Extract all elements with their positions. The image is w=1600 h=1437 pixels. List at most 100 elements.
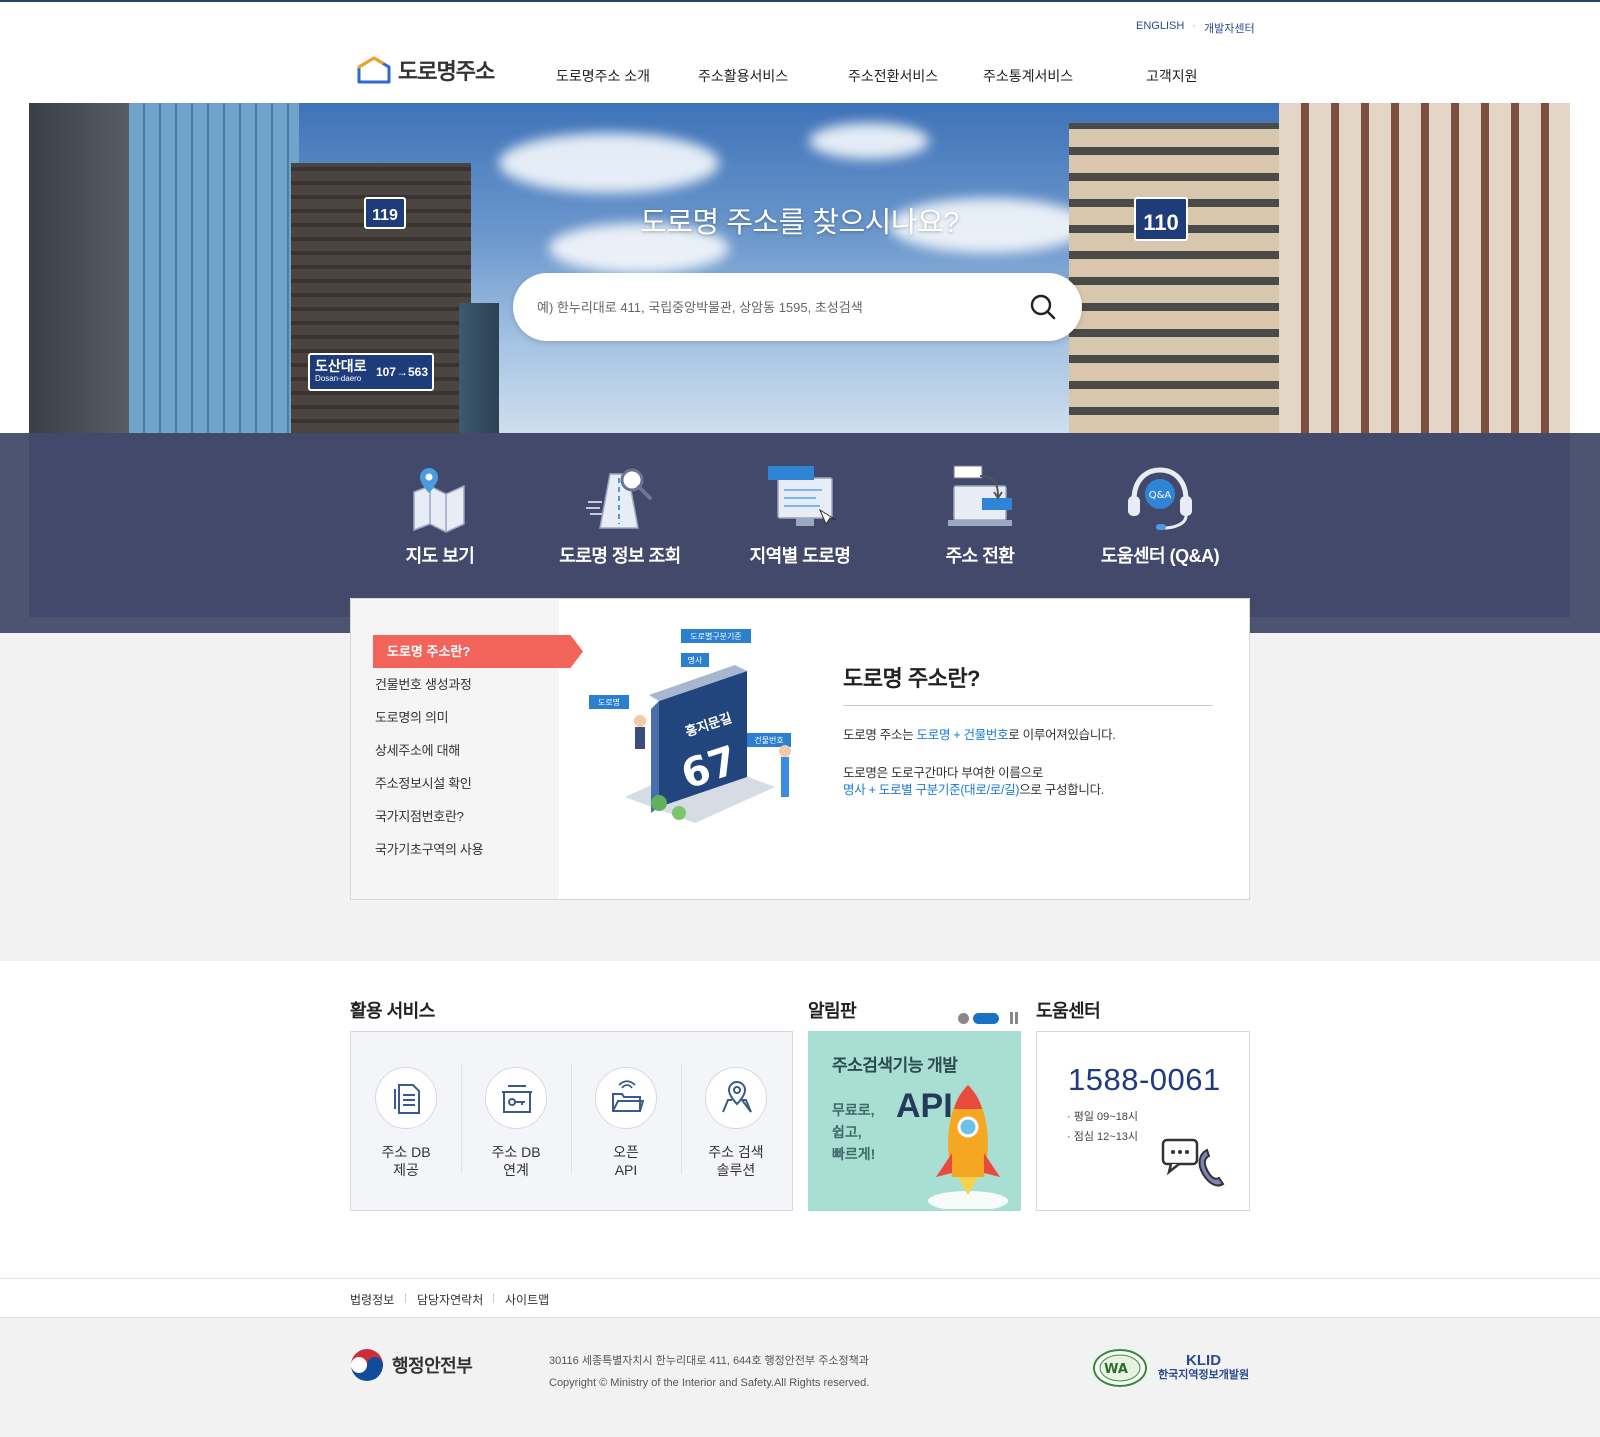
- link-box-icon: [502, 1085, 532, 1113]
- quick-label: 지역별 도로명: [749, 546, 851, 566]
- intro-panel: 도로명 주소란? 건물번호 생성과정 도로명의 의미 상세주소에 대해 주소정보…: [350, 598, 1250, 900]
- taegeuk-icon: [351, 1349, 383, 1381]
- site-logo[interactable]: 도로명주소: [356, 54, 495, 86]
- service-db-link[interactable]: 주소 DB 연계: [461, 1067, 571, 1179]
- slider-dot-active[interactable]: [973, 1012, 999, 1024]
- building-right-1: [1069, 123, 1299, 433]
- footer-link-contact[interactable]: 담당자연락처: [417, 1291, 483, 1308]
- nav-conversion-service[interactable]: 주소전환서비스: [848, 66, 938, 86]
- notice-line: 무료로,: [832, 1102, 875, 1118]
- side-item-detail-address[interactable]: 상세주소에 대해: [375, 740, 460, 759]
- service-icon-circle: [705, 1067, 767, 1129]
- nav-customer-support[interactable]: 고객지원: [1146, 66, 1198, 86]
- service-search-solution[interactable]: 주소 검색 솔루션: [681, 1067, 791, 1179]
- service-label: 제공: [393, 1162, 419, 1178]
- service-icon-circle: [485, 1067, 547, 1129]
- intro-divider: [843, 705, 1213, 706]
- notice-line: 빠르게!: [832, 1146, 876, 1162]
- intro-text: 도로명은 도로구간마다 부여한 이름으로: [843, 766, 1043, 780]
- english-link[interactable]: ENGLISH: [1136, 20, 1184, 36]
- phone-chat-icon: [1161, 1138, 1225, 1187]
- intro-text: 도로명 주소는: [843, 728, 917, 742]
- rocket-icon: [928, 1085, 1008, 1209]
- road-search-icon: [586, 468, 652, 529]
- search-box: [513, 273, 1082, 341]
- intro-text: 로 이루어져있습니다.: [1008, 728, 1116, 742]
- service-db-provide[interactable]: 주소 DB 제공: [351, 1067, 461, 1179]
- intro-highlight: 도로명 + 건물번호: [916, 728, 1009, 742]
- address-search-input[interactable]: [537, 293, 997, 321]
- notice-title: 알림판: [808, 1001, 857, 1021]
- illustration-tag: 명사: [688, 655, 703, 665]
- slider-dot[interactable]: [958, 1012, 969, 1024]
- help-center-box: 1588-0061 · 평일 09~18시 · 점심 12~13시: [1036, 1031, 1250, 1211]
- quick-label: 도로명 정보 조회: [559, 546, 681, 566]
- nav-intro[interactable]: 도로명주소 소개: [556, 66, 650, 86]
- intro-paragraph-1: 도로명 주소는 도로명 + 건물번호로 이루어져있습니다.: [843, 727, 1116, 744]
- web-accessibility-mark-icon: WA: [1093, 1349, 1147, 1387]
- monitor-dropdown-icon: [768, 466, 837, 526]
- search-icon[interactable]: [1028, 292, 1058, 322]
- illustration-tag: 도로명: [598, 697, 620, 707]
- road-name-sign: 도산대로 Dosan-daero 107→563: [308, 353, 434, 391]
- side-item-building-number[interactable]: 건물번호 생성과정: [375, 674, 472, 693]
- building-right-2: [1279, 103, 1570, 433]
- help-hours-weekday: · 평일 09~18시: [1067, 1111, 1139, 1123]
- hero-title: 도로명 주소를 찾으시나요?: [640, 207, 959, 239]
- side-item-basic-zone[interactable]: 국가기초구역의 사용: [375, 839, 484, 858]
- hero-banner: 119 110 도산대로 Dosan-daero 107→563 도로명 주소를…: [29, 103, 1570, 433]
- service-label: 오픈: [613, 1144, 639, 1160]
- footer-link-sitemap[interactable]: 사이트맵: [505, 1291, 549, 1308]
- road-sign-range: 107→563: [375, 365, 428, 379]
- document-icon: [394, 1084, 420, 1114]
- side-item-active[interactable]: 도로명 주소란?: [373, 635, 583, 668]
- service-label: API: [614, 1162, 638, 1178]
- side-item-national-point[interactable]: 국가지점번호란?: [375, 806, 464, 825]
- headset-qa-icon: Q&A: [1128, 467, 1192, 530]
- footer-link-law[interactable]: 법령정보: [350, 1291, 394, 1308]
- map-icon: [413, 468, 465, 533]
- footer-links: 법령정보 담당자연락처 사이트맵: [0, 1278, 1600, 1318]
- util-separator: ·: [1192, 20, 1196, 32]
- ministry-logo: 행정안전부: [350, 1348, 473, 1382]
- service-label: 솔루션: [716, 1162, 756, 1178]
- quick-address-convert[interactable]: 주소 전환: [890, 462, 1070, 568]
- top-accent-line: [0, 0, 1600, 2]
- services-box: 주소 DB 제공 주소 DB 연계 오픈 API 주소 검색 솔루션: [350, 1031, 793, 1211]
- service-label: 주소 DB: [491, 1144, 541, 1160]
- nav-statistics-service[interactable]: 주소통계서비스: [983, 66, 1073, 86]
- footer-link-divider: [405, 1293, 406, 1303]
- open-folder-icon: [612, 1080, 644, 1112]
- side-item-facility-check[interactable]: 주소정보시설 확인: [375, 773, 472, 792]
- developer-center-link[interactable]: 개발자센터: [1204, 20, 1255, 36]
- notice-line: 쉽고,: [832, 1124, 862, 1140]
- quick-road-info[interactable]: 도로명 정보 조회: [530, 462, 710, 568]
- notice-banner-lines: 무료로, 쉽고, 빠르게!: [832, 1099, 875, 1165]
- footer: 행정안전부 30116 세종특별자치시 한누리대로 411, 644호 행정안전…: [0, 1318, 1600, 1437]
- quick-label: 도움센터 (Q&A): [1100, 546, 1220, 566]
- help-hours-lunch: · 점심 12~13시: [1067, 1131, 1139, 1143]
- quick-label: 지도 보기: [405, 546, 475, 566]
- service-label: 연계: [503, 1162, 529, 1178]
- notice-banner[interactable]: 주소검색기능 개발 무료로, 쉽고, 빠르게! API: [808, 1031, 1021, 1211]
- building-left-3: [459, 303, 499, 433]
- logo-text: 도로명주소: [398, 59, 495, 84]
- klid-name: 한국지역정보개발원: [1158, 1369, 1250, 1381]
- building-left-1: [29, 103, 139, 433]
- quick-regional-roads[interactable]: 지역별 도로명: [710, 462, 890, 568]
- quick-map-view[interactable]: 지도 보기: [350, 462, 530, 568]
- service-label: 주소 검색: [708, 1144, 764, 1160]
- nav-usage-service[interactable]: 주소활용서비스: [698, 66, 788, 86]
- service-open-api[interactable]: 오픈 API: [571, 1067, 681, 1179]
- footer-address: 30116 세종특별자치시 한누리대로 411, 644호 행정안전부 주소정책…: [549, 1355, 869, 1367]
- quick-help-center[interactable]: Q&A 도움센터 (Q&A): [1070, 462, 1250, 568]
- side-item-road-meaning[interactable]: 도로명의 의미: [375, 707, 449, 726]
- service-icon-circle: [375, 1067, 437, 1129]
- service-label: 주소 DB: [381, 1144, 431, 1160]
- cloud: [499, 133, 719, 193]
- help-hours-text: 점심 12~13시: [1073, 1131, 1139, 1143]
- intro-highlight: 명사 + 도로별 구분기준(대로/로/길): [843, 783, 1020, 797]
- help-title: 도움센터: [1036, 1001, 1101, 1021]
- road-sign-illustration: 홍지문길 67 도로별구분기준 명사 도로명 건물번호: [589, 629, 791, 823]
- pause-icon[interactable]: [1009, 1012, 1019, 1024]
